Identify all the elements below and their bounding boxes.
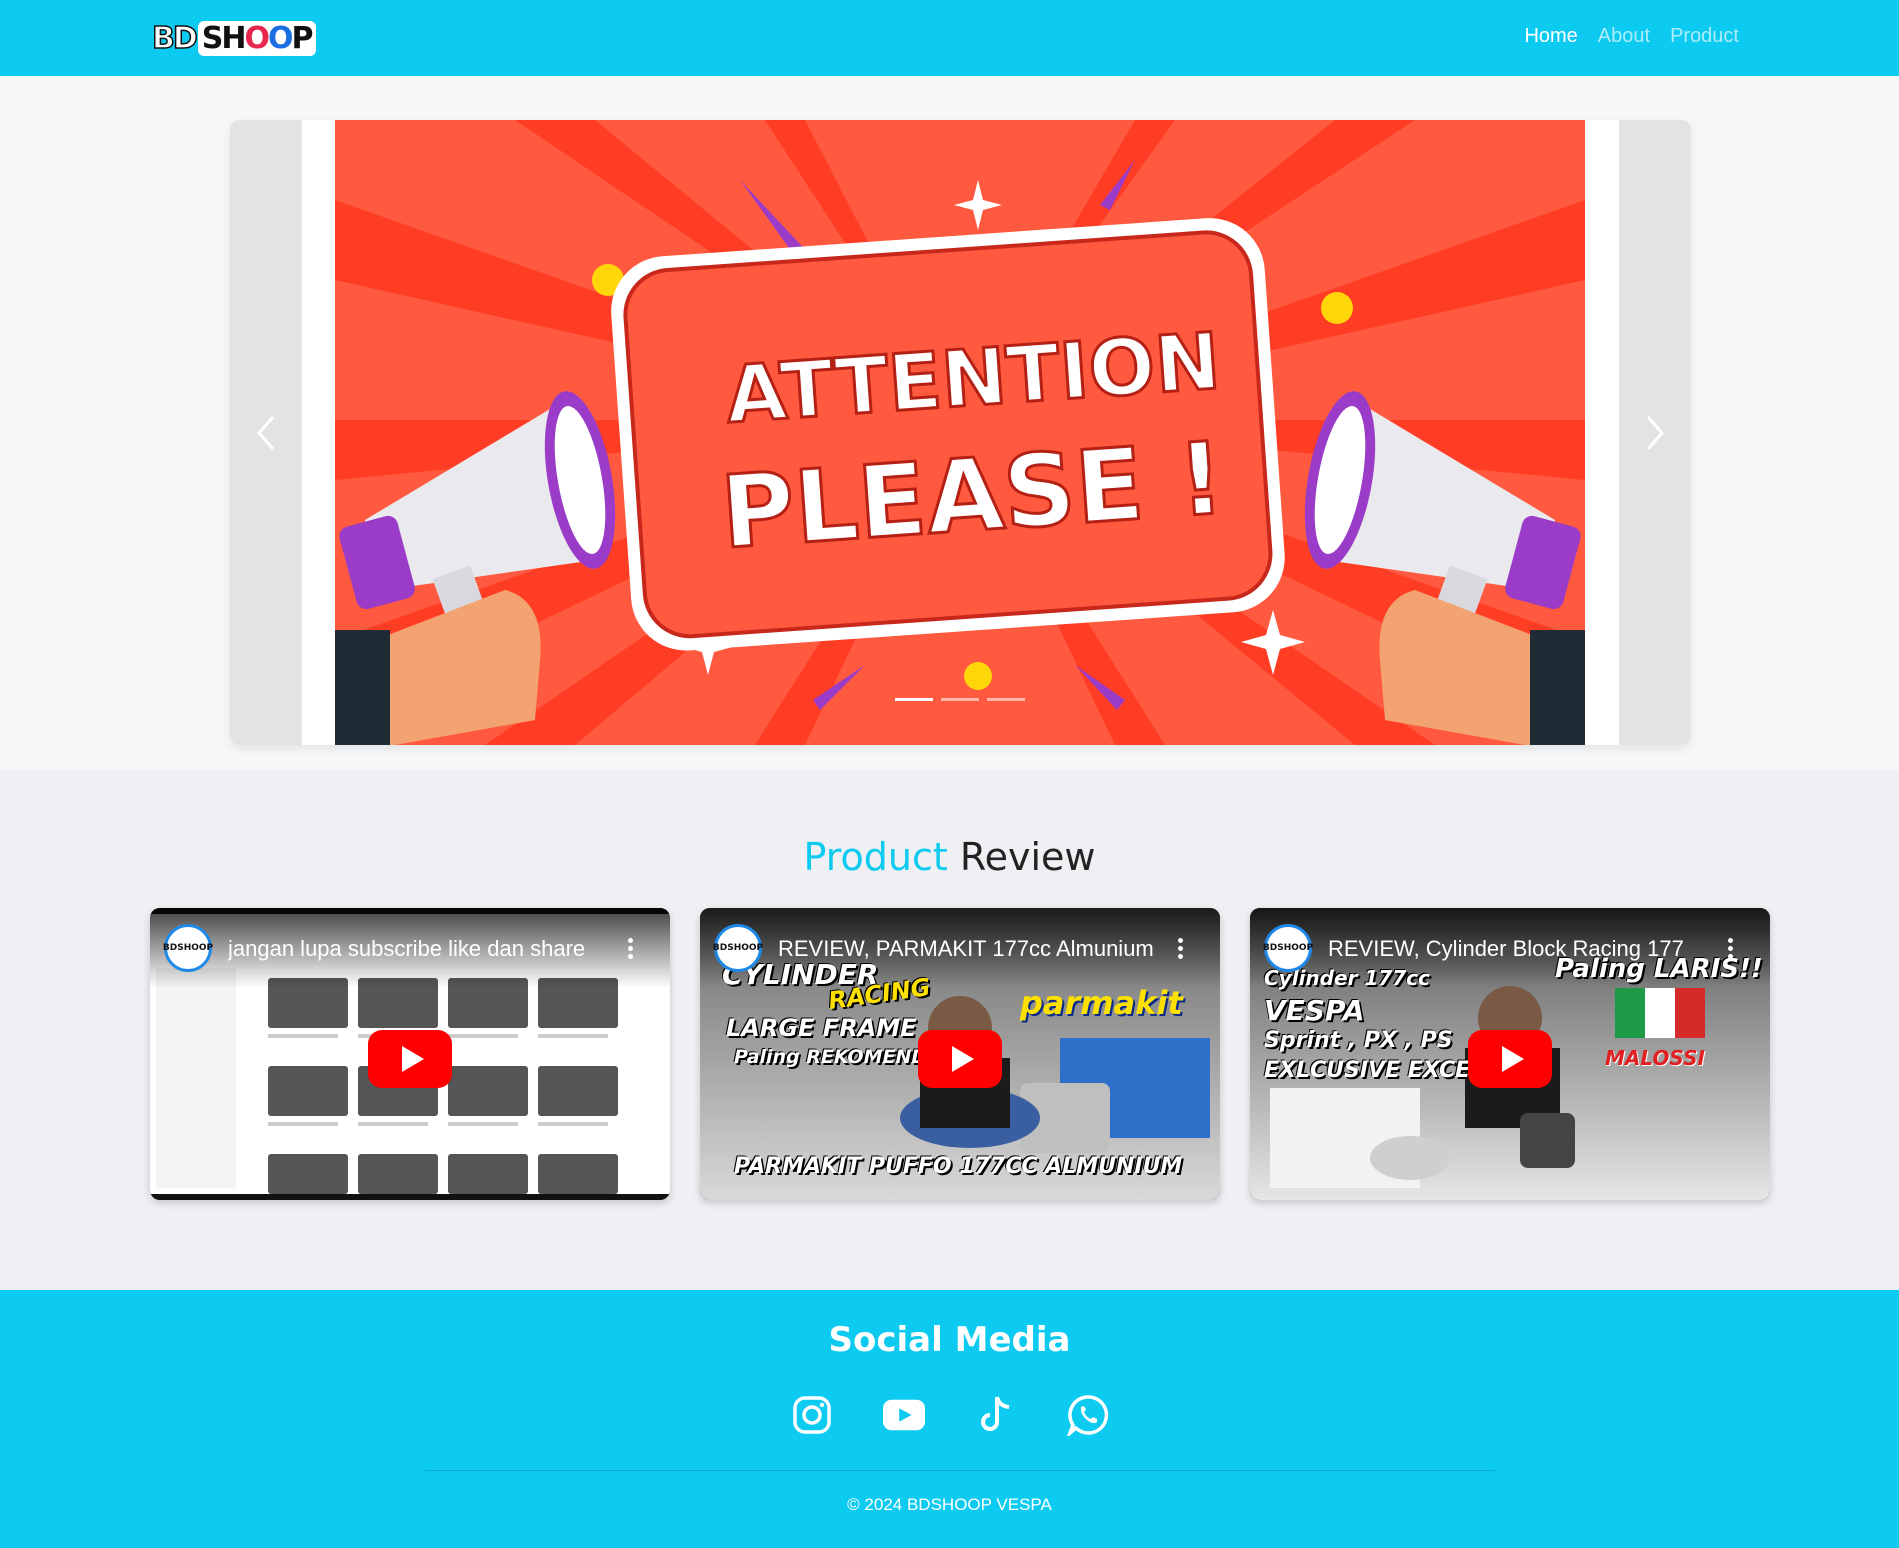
nav-about[interactable]: About	[1598, 25, 1650, 48]
channel-avatar[interactable]: BDSHOOP	[1263, 924, 1313, 972]
footer-divider	[425, 1470, 1495, 1471]
nav-home[interactable]: Home	[1524, 25, 1577, 48]
video-embed-1[interactable]: BDSHOOP jangan lupa subscribe like dan s…	[150, 908, 670, 1200]
review-heading-highlight: Product	[803, 835, 948, 879]
video-title[interactable]: REVIEW, Cylinder Block Racing 177	[1328, 936, 1708, 962]
navbar: BD SHOOP Home About Product	[0, 0, 1899, 76]
copyright-text: © 2024 BDSHOOP VESPA	[847, 1495, 1052, 1514]
chevron-left-icon	[257, 415, 275, 450]
carousel-indicator-2[interactable]	[941, 698, 979, 701]
video-title[interactable]: jangan lupa subscribe like dan share	[228, 936, 608, 962]
review-heading-rest: Review	[959, 835, 1096, 879]
thumb-text-bottom: PARMAKIT PUFFO 177CC ALMUNIUM	[734, 1154, 1183, 1179]
product-review-section: Product Review BDSHOOP jangan lupa subsc…	[0, 770, 1899, 1290]
youtube-play-button[interactable]	[918, 1030, 1002, 1088]
brand-logo[interactable]: BD SHOOP	[151, 20, 316, 57]
logo-shoop: SHOOP	[197, 20, 316, 56]
carousel-slide-frame: ATTENTION PLEASE !	[302, 120, 1619, 745]
whatsapp-icon[interactable]	[1066, 1394, 1109, 1436]
thumb-text-large-frame: LARGE FRAME	[726, 1014, 917, 1042]
carousel-prev-button[interactable]	[230, 120, 302, 745]
carousel-indicators	[335, 698, 1585, 701]
channel-avatar[interactable]: BDSHOOP	[163, 924, 213, 972]
footer-title: Social Media	[828, 1320, 1071, 1360]
thumb-text-vespa: VESPA	[1264, 994, 1365, 1027]
thumb-text-parmakit-logo: parmakit	[1020, 984, 1183, 1022]
video-embed-3[interactable]: Cylinder 177cc VESPA Sprint , PX , PS EX…	[1250, 908, 1770, 1200]
instagram-icon[interactable]	[791, 1394, 833, 1436]
review-heading: Product Review	[0, 835, 1899, 879]
attention-banner-image: ATTENTION PLEASE !	[335, 120, 1585, 745]
hero-section: ATTENTION PLEASE !	[0, 76, 1899, 770]
thumb-text-rekomendasi: Paling REKOMENDA	[734, 1046, 942, 1068]
video-embed-2[interactable]: CYLINDER RACING LARGE FRAME Paling REKOM…	[700, 908, 1220, 1200]
main-nav: Home About Product	[1524, 25, 1739, 48]
tiktok-icon[interactable]	[975, 1394, 1017, 1436]
channel-avatar[interactable]: BDSHOOP	[713, 924, 763, 972]
footer: Social Media © 2024 BDSHOOP VESPA	[0, 1290, 1899, 1548]
thumb-text-malossi: MALOSSI	[1605, 1046, 1705, 1070]
carousel-indicator-3[interactable]	[987, 698, 1025, 701]
youtube-play-button[interactable]	[368, 1030, 452, 1088]
carousel-next-button[interactable]	[1619, 120, 1691, 745]
carousel-indicator-1[interactable]	[895, 698, 933, 701]
youtube-icon[interactable]	[882, 1394, 925, 1436]
thumb-text-exclusive: EXLCUSIVE EXCEL	[1264, 1058, 1485, 1083]
social-links	[0, 1394, 1899, 1436]
logo-bd: BD	[151, 20, 198, 57]
chevron-right-icon	[1646, 415, 1664, 450]
more-options-icon[interactable]	[1178, 938, 1184, 960]
nav-product[interactable]: Product	[1670, 25, 1739, 48]
more-options-icon[interactable]	[628, 938, 634, 960]
thumb-text-models: Sprint , PX , PS	[1264, 1028, 1453, 1053]
more-options-icon[interactable]	[1728, 938, 1734, 960]
video-title[interactable]: REVIEW, PARMAKIT 177cc Almunium	[778, 936, 1158, 962]
hero-carousel: ATTENTION PLEASE !	[230, 120, 1691, 745]
youtube-play-button[interactable]	[1468, 1030, 1552, 1088]
